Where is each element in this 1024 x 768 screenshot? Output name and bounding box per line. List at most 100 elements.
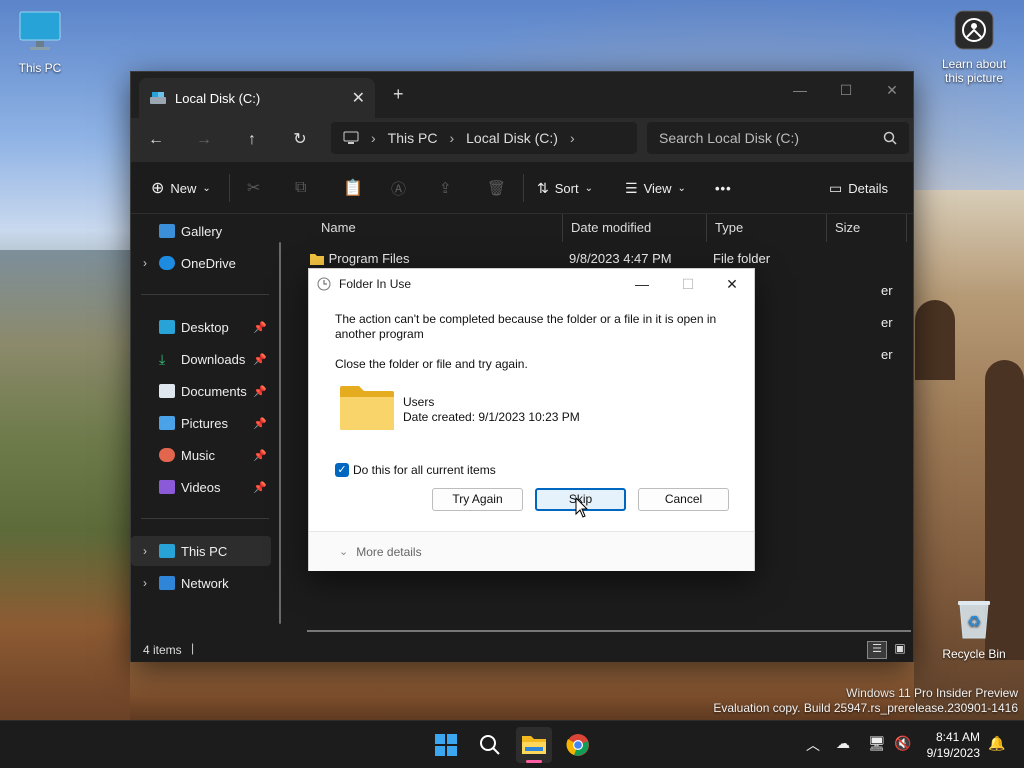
tiles-view-button[interactable]: ▣ (891, 641, 909, 659)
pc-icon (159, 544, 175, 558)
sidebar-item-videos[interactable]: Videos 📌 (131, 472, 271, 502)
forward-button[interactable]: → (189, 126, 219, 154)
cut-button[interactable]: ✂ (247, 174, 260, 202)
dialog-maximize-button[interactable]: ☐ (665, 271, 711, 297)
share-button[interactable]: ⇪ (439, 174, 452, 202)
new-button[interactable]: ⊕ New ⌄ (151, 174, 211, 202)
sidebar-item-this-pc[interactable]: › This PC (131, 536, 271, 566)
desktop-icon-recycle-bin[interactable]: ♻ Recycle Bin (934, 598, 1014, 661)
column-header-type[interactable]: Type (707, 214, 827, 242)
sort-button[interactable]: ⇅ Sort ⌄ (537, 174, 593, 202)
details-label: Details (848, 180, 888, 196)
back-button[interactable]: ← (141, 126, 171, 154)
refresh-button[interactable]: ↻ (285, 126, 315, 154)
tab-close-icon[interactable]: ✕ (352, 88, 365, 108)
sidebar-item-downloads[interactable]: ⤓ Downloads 📌 (131, 344, 271, 374)
more-options-button[interactable]: ••• (715, 174, 732, 202)
chrome-icon (566, 734, 589, 756)
chevron-right-icon[interactable]: › (131, 544, 159, 558)
apply-to-all-checkbox[interactable]: ✓ (335, 463, 349, 477)
pc-icon (343, 131, 359, 144)
new-tab-button[interactable]: + (393, 84, 404, 105)
clock-icon (317, 277, 331, 291)
sidebar-label: Downloads (181, 351, 246, 367)
volume-muted-icon[interactable]: 🔇 (894, 735, 911, 752)
search-box[interactable]: Search Local Disk (C:) (647, 122, 909, 154)
item-count: 4 items (143, 643, 182, 657)
pin-icon[interactable]: 📌 (253, 449, 267, 462)
system-clock[interactable]: 8:41 AM 9/19/2023 (914, 729, 980, 761)
up-button[interactable]: ↑ (237, 126, 267, 154)
chevron-down-icon: ⌄ (202, 182, 211, 194)
close-window-button[interactable]: ✕ (869, 76, 915, 104)
address-bar[interactable]: › This PC › Local Disk (C:) › (331, 122, 637, 154)
drive-icon (150, 92, 166, 104)
pin-icon[interactable]: 📌 (253, 481, 267, 494)
notification-bell-icon[interactable]: 🔔 (988, 735, 1005, 752)
sidebar-item-documents[interactable]: Documents 📌 (131, 376, 271, 406)
sidebar-item-onedrive[interactable]: › OneDrive (131, 248, 271, 278)
pin-icon[interactable]: 📌 (253, 321, 267, 334)
sidebar-label: Gallery (181, 223, 223, 239)
dialog-message-line-1: The action can't be completed because th… (335, 312, 717, 326)
column-header-date[interactable]: Date modified (563, 214, 707, 242)
more-details-toggle[interactable]: ⌄ More details (309, 531, 754, 571)
taskbar-search-button[interactable] (472, 727, 508, 763)
dialog-close-button[interactable]: ✕ (709, 271, 755, 297)
desktop-icon-learn-about-picture[interactable]: Learn about this picture (934, 10, 1014, 85)
sidebar-item-music[interactable]: Music 📌 (131, 440, 271, 470)
download-arrow-icon: ⤓ (159, 351, 166, 367)
dialog-minimize-button[interactable]: — (619, 271, 665, 297)
cancel-button[interactable]: Cancel (638, 488, 729, 511)
share-icon: ⇪ (439, 180, 452, 197)
column-header-size[interactable]: Size (827, 214, 907, 242)
sidebar-scrollbar[interactable] (279, 242, 281, 624)
try-again-button[interactable]: Try Again (432, 488, 523, 511)
mouse-cursor-icon (575, 497, 589, 518)
delete-button[interactable]: 🗑 (487, 174, 506, 202)
copy-button[interactable]: ⧉ (295, 174, 306, 202)
desktop-icon-this-pc[interactable]: This PC (0, 10, 80, 75)
breadcrumb-this-pc[interactable]: This PC (388, 130, 438, 146)
taskbar-file-explorer[interactable] (516, 727, 552, 763)
wallpaper-hills (0, 250, 140, 720)
folder-icon (310, 254, 324, 265)
sidebar-item-pictures[interactable]: Pictures 📌 (131, 408, 271, 438)
picture-icon (159, 416, 175, 430)
desktop-icon-label: This PC (18, 61, 62, 75)
video-icon (159, 480, 175, 494)
paste-button[interactable]: 📋 (343, 174, 363, 202)
file-list-scrollbar[interactable] (307, 630, 911, 632)
pin-icon[interactable]: 📌 (253, 385, 267, 398)
maximize-button[interactable]: ☐ (823, 76, 869, 104)
onedrive-tray-icon[interactable]: ☁ (836, 735, 850, 752)
rename-icon: Ⓐ (391, 180, 407, 198)
show-hidden-icons-button[interactable]: ︿ (806, 735, 820, 755)
pin-icon[interactable]: 📌 (253, 353, 267, 366)
tab-local-disk[interactable]: Local Disk (C:) ✕ (139, 78, 375, 118)
status-cursor: | (191, 641, 195, 655)
sidebar-item-network[interactable]: › Network (131, 568, 271, 598)
start-button[interactable] (428, 727, 464, 763)
details-view-button[interactable]: ☰ (867, 641, 887, 659)
recycle-bin-icon: ♻ (958, 601, 990, 639)
folder-icon (340, 386, 394, 430)
details-pane-icon: ▭ (829, 179, 843, 196)
minimize-button[interactable]: — (777, 76, 823, 104)
desktop-icon-label-1: Learn about (941, 57, 1007, 71)
details-pane-button[interactable]: ▭ Details (829, 174, 888, 202)
chevron-right-icon[interactable]: › (131, 576, 159, 590)
pin-icon[interactable]: 📌 (253, 417, 267, 430)
view-list-icon: ☰ (625, 179, 638, 196)
chevron-right-icon[interactable]: › (131, 256, 159, 270)
sidebar-item-gallery[interactable]: Gallery (131, 216, 271, 246)
taskbar-chrome[interactable] (560, 727, 596, 763)
column-header-name[interactable]: Name (313, 214, 563, 242)
network-tray-icon[interactable]: 🖥 (868, 735, 886, 752)
rename-button[interactable]: Ⓐ (391, 174, 406, 202)
breadcrumb-local-disk[interactable]: Local Disk (C:) (466, 130, 558, 146)
item-name: Users (403, 395, 435, 409)
command-bar: ⊕ New ⌄ ✂ ⧉ 📋 Ⓐ ⇪ 🗑 ⇅ Sort ⌄ ☰ View ⌄ ••… (131, 162, 913, 214)
view-button[interactable]: ☰ View ⌄ (625, 174, 686, 202)
sidebar-item-desktop[interactable]: Desktop 📌 (131, 312, 271, 342)
